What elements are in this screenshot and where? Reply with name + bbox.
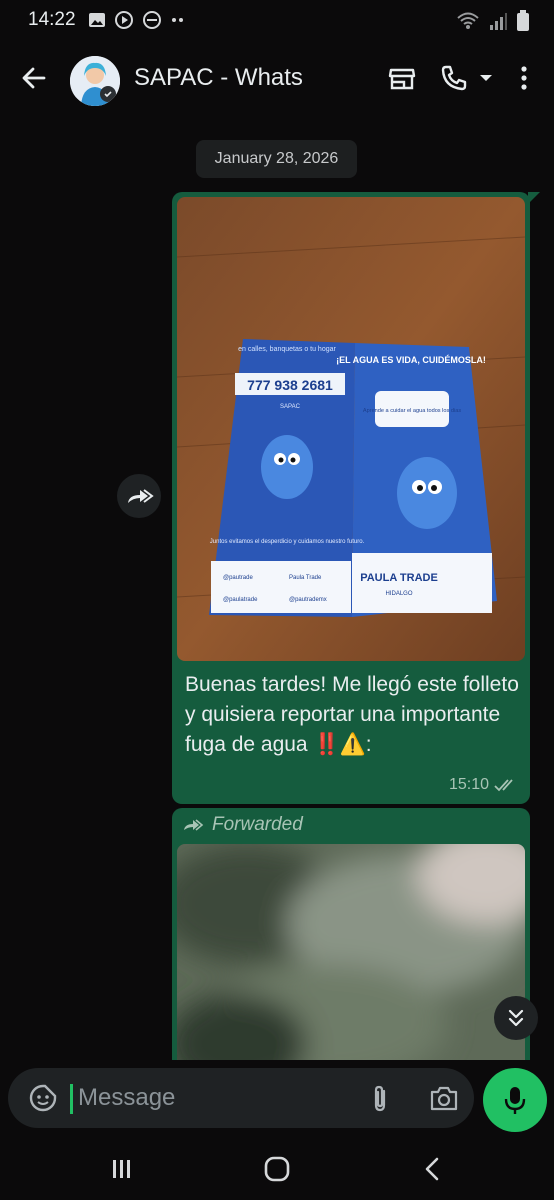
message-time: 15:10: [448, 776, 489, 793]
status-time: 14:22: [28, 9, 76, 30]
message-bubble-forwarded[interactable]: Forwarded: [172, 808, 530, 1060]
contact-avatar[interactable]: [70, 56, 120, 106]
caret-down-icon[interactable]: [475, 62, 497, 94]
message-bubble-outgoing[interactable]: 777 938 2681 en calles, banquetas o tu h…: [172, 192, 540, 804]
chat-title[interactable]: SAPAC - Whats: [134, 64, 303, 92]
brochure-brand: PAULA TRADE: [360, 572, 438, 584]
brochure-social-2: Paula Trade: [289, 575, 322, 581]
home-icon[interactable]: [262, 1154, 292, 1184]
phone-icon[interactable]: [438, 62, 470, 94]
brochure-social-4: @pautrademx: [289, 597, 327, 603]
more-vert-icon[interactable]: [510, 62, 538, 94]
mic-icon: [504, 1087, 526, 1114]
forwarded-image[interactable]: [177, 844, 525, 1060]
wifi-icon: [457, 12, 479, 29]
app-bar: SAPAC - Whats: [0, 40, 554, 118]
forwarded-icon: [184, 819, 204, 831]
message-meta: 15:10: [449, 776, 518, 794]
voice-message-button[interactable]: [483, 1068, 547, 1132]
more-dots-icon: [171, 18, 183, 22]
blurred-photo: [177, 844, 525, 1060]
message-text: Buenas tardes! Me llegó este folleto y q…: [185, 673, 519, 756]
forwarded-text: Forwarded: [212, 814, 303, 835]
brochure-small-1: en calles, banquetas o tu hogar: [238, 346, 336, 353]
brochure-small-2: SAPAC: [280, 404, 301, 410]
avatar-illustration-icon: [70, 56, 120, 106]
message-input-pill[interactable]: [8, 1068, 474, 1128]
forward-button[interactable]: [117, 474, 161, 518]
brochure-headline-2: Aprende a cuidar el agua todos los dias: [363, 408, 461, 414]
brochure-phone: 777 938 2681: [247, 377, 333, 393]
attach-icon[interactable]: [366, 1083, 394, 1115]
brochure-headline-1: ¡EL AGUA ES VIDA, CUIDÉMOSLA!: [336, 355, 486, 365]
brochure-photo: 777 938 2681 en calles, banquetas o tu h…: [177, 197, 525, 661]
chat-area[interactable]: January 28, 2026 777 938 2681 en calles,…: [0, 118, 554, 1060]
back-arrow-icon[interactable]: [18, 62, 50, 94]
brochure-footer: Juntos evitamos el desperdicio y cuidamo…: [210, 539, 365, 545]
status-bar: 14:22: [0, 0, 554, 40]
forward-icon: [128, 489, 154, 503]
gallery-icon: [88, 13, 105, 27]
sticker-icon[interactable]: [28, 1083, 58, 1113]
message-input[interactable]: [78, 1079, 338, 1117]
do-not-disturb-icon: [142, 11, 161, 29]
brochure-social-3: @paulatrade: [223, 597, 258, 603]
input-bar: [0, 1060, 554, 1138]
text-caret: [70, 1084, 73, 1114]
brochure-social-1: @pautrade: [223, 575, 253, 581]
forwarded-label: Forwarded: [182, 814, 303, 836]
back-icon[interactable]: [418, 1154, 448, 1184]
store-icon[interactable]: [386, 62, 418, 94]
double-check-icon: [494, 779, 513, 792]
system-nav-bar: [0, 1138, 554, 1200]
camera-icon[interactable]: [428, 1083, 460, 1113]
message-image[interactable]: 777 938 2681 en calles, banquetas o tu h…: [177, 197, 525, 661]
date-chip: January 28, 2026: [196, 140, 357, 178]
scroll-to-bottom-button[interactable]: [494, 996, 538, 1040]
brochure-brand-sub: HIDALGO: [385, 591, 412, 597]
play-circle-icon: [114, 11, 133, 29]
recents-icon[interactable]: [107, 1154, 137, 1184]
battery-icon: [517, 10, 529, 31]
signal-icon: [490, 13, 507, 30]
double-chevron-down-icon: [508, 1009, 524, 1027]
